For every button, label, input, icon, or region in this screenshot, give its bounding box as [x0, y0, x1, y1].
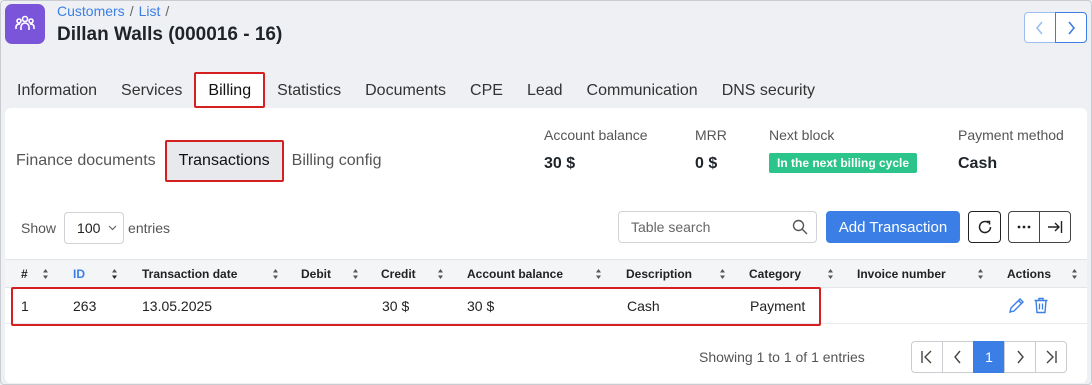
row-highlight	[11, 287, 821, 326]
export-button[interactable]	[1039, 211, 1071, 243]
pagination: 1	[911, 341, 1067, 373]
add-transaction-button[interactable]: Add Transaction	[826, 211, 960, 243]
chevron-right-icon	[1017, 350, 1024, 364]
table-header: # ID Transaction date Debit Credit Accou…	[5, 259, 1087, 288]
sort-icon	[353, 269, 358, 279]
ellipsis-icon	[1017, 225, 1031, 229]
tab-documents[interactable]: Documents	[353, 72, 458, 108]
chevron-left-icon	[1035, 20, 1043, 35]
payment-method-value: Cash	[958, 155, 998, 172]
users-group-icon	[5, 4, 45, 44]
first-page-button[interactable]	[911, 341, 943, 373]
page-title: Dillan Walls (000016 - 16)	[57, 24, 283, 45]
tab-statistics[interactable]: Statistics	[265, 72, 353, 108]
mrr-stat: MRR 0 $	[695, 127, 727, 173]
show-label: Show	[21, 220, 57, 236]
mrr-value: 0 $	[695, 155, 718, 172]
table-tools	[1008, 211, 1071, 243]
page-length-control: Show 100 entries	[21, 212, 170, 244]
entries-select[interactable]: 100	[64, 212, 125, 244]
previous-record-button[interactable]	[1024, 12, 1056, 43]
col-header-description[interactable]: Description	[626, 267, 692, 281]
sort-icon	[273, 269, 278, 279]
chevron-right-icon	[1068, 20, 1076, 35]
table-search	[618, 211, 817, 243]
sort-icon	[43, 269, 48, 279]
chevron-double-right-icon	[1046, 350, 1057, 364]
more-options-button[interactable]	[1008, 211, 1040, 243]
col-header-credit[interactable]: Credit	[381, 267, 416, 281]
entries-label: entries	[128, 220, 171, 236]
account-balance-value: 30 $	[544, 155, 576, 172]
tab-dns-security[interactable]: DNS security	[710, 72, 827, 108]
breadcrumb-separator: /	[165, 3, 170, 19]
next-block-stat: Next block In the next billing cycle	[769, 127, 918, 173]
next-page-button[interactable]	[1004, 341, 1036, 373]
next-block-badge: In the next billing cycle	[769, 153, 918, 173]
sort-icon	[978, 269, 983, 279]
table-search-input[interactable]	[631, 219, 781, 235]
tab-lead[interactable]: Lead	[515, 72, 575, 108]
col-header-account-balance[interactable]: Account balance	[467, 267, 563, 281]
col-header-number[interactable]: #	[21, 267, 28, 281]
search-icon	[792, 219, 808, 235]
breadcrumb-customers-link[interactable]: Customers	[57, 3, 125, 19]
tab-cpe[interactable]: CPE	[458, 72, 515, 108]
breadcrumb-separator: /	[129, 3, 134, 19]
main-tabs: Information Services Billing Statistics …	[5, 72, 827, 108]
sort-icon	[438, 269, 443, 279]
next-block-label: Next block	[769, 127, 835, 143]
last-page-button[interactable]	[1035, 341, 1067, 373]
col-header-id[interactable]: ID	[73, 267, 85, 281]
subtab-finance-documents[interactable]: Finance documents	[16, 152, 156, 170]
tab-information[interactable]: Information	[5, 72, 109, 108]
sort-icon	[112, 269, 117, 279]
next-record-button[interactable]	[1055, 12, 1087, 43]
payment-method-stat: Payment method Cash	[958, 127, 1064, 173]
chevron-down-icon	[108, 225, 117, 231]
col-header-invoice-number[interactable]: Invoice number	[857, 267, 946, 281]
subtab-billing-config[interactable]: Billing config	[292, 152, 382, 170]
chevron-double-left-icon	[921, 350, 932, 364]
sort-icon	[720, 269, 725, 279]
col-header-debit[interactable]: Debit	[301, 267, 331, 281]
account-balance-label: Account balance	[544, 127, 648, 143]
arrow-right-bar-icon	[1048, 221, 1063, 233]
sort-icon	[828, 269, 833, 279]
refresh-button[interactable]	[968, 211, 1001, 243]
payment-method-label: Payment method	[958, 127, 1064, 143]
sort-icon	[596, 269, 601, 279]
sort-icon	[1072, 269, 1077, 279]
entries-value: 100	[77, 220, 101, 236]
subtab-transactions[interactable]: Transactions	[164, 140, 284, 182]
edit-icon[interactable]	[1008, 297, 1025, 319]
delete-icon[interactable]	[1033, 297, 1049, 319]
refresh-icon	[978, 220, 991, 234]
mrr-label: MRR	[695, 127, 727, 143]
account-balance-stat: Account balance 30 $	[544, 127, 648, 173]
breadcrumb: Customers / List /	[57, 3, 174, 19]
tab-billing[interactable]: Billing	[194, 72, 266, 108]
record-navigation	[1024, 12, 1087, 43]
billing-subtabs: Finance documents Transactions Billing c…	[16, 140, 389, 182]
breadcrumb-list-link[interactable]: List	[139, 3, 161, 19]
page-1-button[interactable]: 1	[973, 341, 1005, 373]
chevron-left-icon	[954, 350, 961, 364]
tab-services[interactable]: Services	[109, 72, 194, 108]
previous-page-button[interactable]	[942, 341, 974, 373]
tab-communication[interactable]: Communication	[575, 72, 710, 108]
col-header-category[interactable]: Category	[749, 267, 801, 281]
table-info: Showing 1 to 1 of 1 entries	[699, 349, 865, 365]
col-header-transaction-date[interactable]: Transaction date	[142, 267, 237, 281]
col-header-actions: Actions	[1007, 267, 1052, 281]
